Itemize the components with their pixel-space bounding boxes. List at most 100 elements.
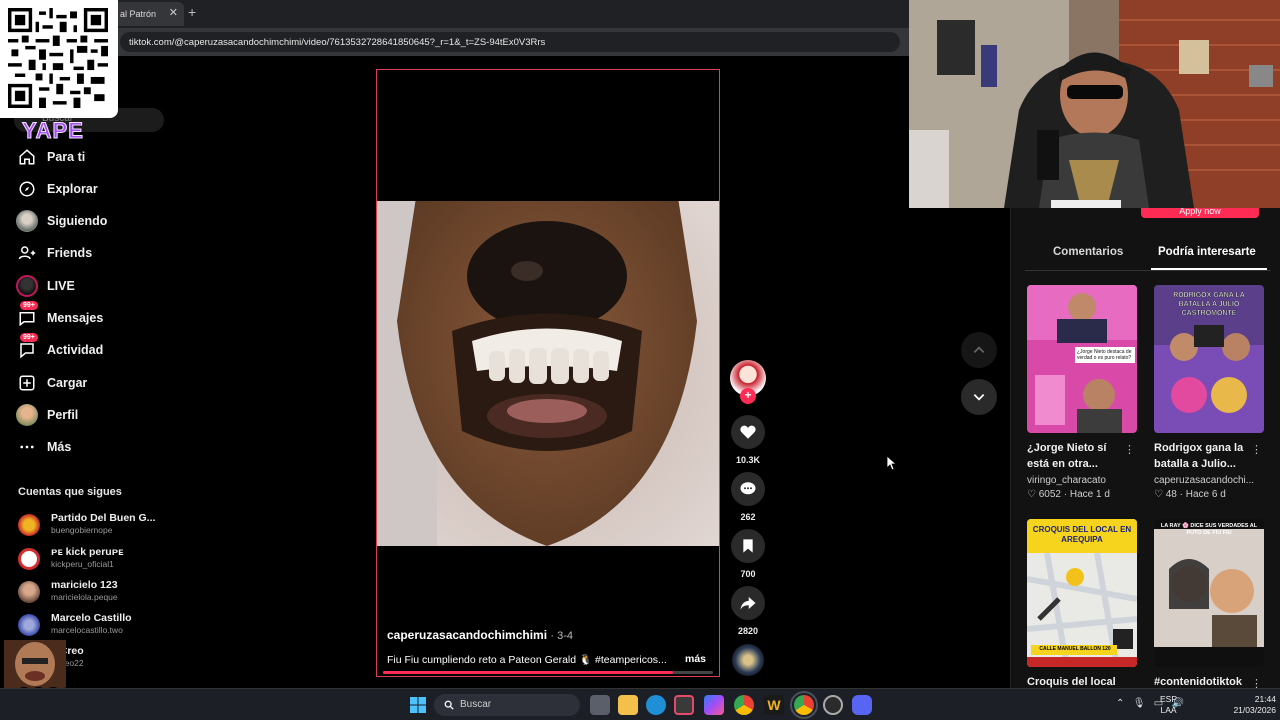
sidebar-item-actividad[interactable]: 99+ Actividad [16,333,166,363]
clock-time: 21:44 [1254,694,1276,704]
card-author: caperuzasacandochi... [1154,475,1255,486]
like-count: 10.3K [735,455,761,465]
taskbar-clock[interactable]: 21:44 21/03/2026 [1224,694,1276,716]
video-author[interactable]: caperuzasacandochimchimi · 3-4 [387,628,573,642]
task-view-icon[interactable] [590,695,610,715]
video-thumbnail: RODRIGOX GANA LA BATALLA A JULIO CASTROM… [1154,285,1264,433]
card-menu-icon[interactable]: ⋮ [1251,443,1262,456]
sidebar-item-para-ti[interactable]: Para ti [16,144,166,170]
avatar [18,614,40,636]
sidebar-item-explorar[interactable]: Explorar [16,176,166,202]
home-icon [16,146,38,168]
bookmark-count: 700 [740,569,756,579]
account-name: ᴘᴇ kick peruᴘᴇ [51,546,124,558]
new-tab-button[interactable]: + [188,4,196,20]
address-bar: tiktok.com/@caperuzasacandochimchimi/vid… [0,28,910,56]
video-date: · 3-4 [550,630,574,642]
card-likes: 6052 [1038,489,1061,500]
activity-icon: 99+ [16,333,38,361]
recommendations-panel: Apply now Comentarios Podría interesarte… [1010,208,1280,690]
video-card[interactable]: CROQUIS DEL LOCAL EN AREQUIPA CALLE MANU… [1027,519,1139,706]
discord-icon[interactable] [852,695,872,715]
video-card[interactable]: ¿Jorge Nieto destaca de verdad o es puro… [1027,285,1139,500]
video-frame [377,201,719,546]
close-tab-icon[interactable]: ✕ [169,6,178,19]
heart-icon[interactable] [731,415,765,449]
sidebar-item-label: Más [47,440,72,454]
sidebar-item-perfil[interactable]: Perfil [16,402,166,428]
webcam-feed-image [909,0,1280,208]
sidebar-item-label: Friends [47,246,93,260]
taskbar-search[interactable]: Buscar [434,694,580,716]
profile-icon [16,404,38,426]
like-action[interactable]: 10.3K [730,415,766,465]
following-section-title: Cuentas que sigues [18,486,122,498]
video-thumbnail: LA RAY 🌸 DICE SUS VERDADES AL PUTO DE FI… [1154,519,1264,667]
reaction-thumbnail [4,640,66,688]
sidebar-item-cargar[interactable]: Cargar [16,370,166,396]
sidebar-item-label: Explorar [47,182,98,196]
comment-icon[interactable] [731,472,765,506]
snipping-tool-icon[interactable] [674,695,694,715]
edge-icon[interactable] [646,695,666,715]
video-player[interactable]: caperuzasacandochimchimi · 3-4 Fiu Fiu c… [376,69,720,677]
account-handle: maricielola.peque [51,592,118,602]
video-progress-bar[interactable] [383,671,713,674]
sidebar-item-label: Siguiendo [47,214,108,228]
sidebar-item-label: Actividad [47,343,104,357]
yape-logo: YAPE [22,118,84,144]
previous-video-button[interactable] [961,332,997,368]
obs-icon[interactable] [823,695,843,715]
video-thumbnail: ¿Jorge Nieto destaca de verdad o es puro… [1027,285,1137,433]
video-thumbnail: CROQUIS DEL LOCAL EN AREQUIPA CALLE MANU… [1027,519,1137,667]
followed-account[interactable]: Marcelo Castillo marcelocastillo.two [18,612,178,640]
sidebar-item-friends[interactable]: Friends [16,240,166,266]
friends-icon [16,242,38,264]
sidebar-item-mensajes[interactable]: 99+ Mensajes [16,301,166,331]
account-name: Partido Del Buen G... [51,512,156,524]
video-card[interactable]: RODRIGOX GANA LA BATALLA A JULIO CASTROM… [1154,285,1266,500]
account-handle: kickperu_oficial1 [51,559,114,569]
chevron-up-icon [973,346,985,353]
sidebar-item-label: Mensajes [47,311,104,325]
share-icon[interactable] [731,586,765,620]
bookmark-action[interactable]: 700 [730,529,766,579]
comment-action[interactable]: 262 [730,472,766,522]
sidebar-item-siguiendo[interactable]: Siguiendo [16,208,166,234]
file-explorer-icon[interactable] [618,695,638,715]
tab-podria-interesarte[interactable]: Podría interesarte [1158,246,1256,258]
windows-start-icon[interactable] [410,697,426,713]
caption-more-button[interactable]: más [685,653,706,665]
language-indicator[interactable]: ESP LAA [1160,694,1177,716]
apply-now-button[interactable]: Apply now [1141,208,1259,218]
sidebar-item-mas[interactable]: Más [16,434,166,460]
sidebar-item-live[interactable]: LIVE [16,273,166,299]
follow-plus-icon[interactable]: + [740,388,756,404]
tab-comentarios[interactable]: Comentarios [1053,246,1123,258]
followed-account[interactable]: maricielo 123 maricielola.peque [18,579,178,607]
followed-account[interactable]: Partido Del Buen G... buengobiernope [18,512,178,540]
video-card[interactable]: LA RAY 🌸 DICE SUS VERDADES AL PUTO DE FI… [1154,519,1266,706]
url-field[interactable]: tiktok.com/@caperuzasacandochimchimi/vid… [120,32,900,52]
search-icon [444,700,454,710]
thumb-caption: ¿Jorge Nieto destaca de verdad o es puro… [1077,349,1132,361]
browser-tab-bar: al Patrón ✕ + [0,0,910,28]
followed-account[interactable]: ᴘᴇ kick peruᴘᴇ kickperu_oficial1 [18,546,178,574]
thumb-caption: RODRIGOX GANA LA BATALLA A JULIO CASTROM… [1173,292,1245,317]
chrome-icon[interactable] [734,695,754,715]
share-action[interactable]: 2820 [730,586,766,636]
live-icon [16,275,38,297]
next-video-button[interactable] [961,379,997,415]
avatar [18,514,40,536]
bookmark-icon[interactable] [731,529,765,563]
copilot-icon[interactable] [704,695,724,715]
winamp-icon[interactable]: W [764,695,784,715]
comment-count: 262 [740,512,756,522]
compass-icon [16,178,38,200]
chrome-active-icon[interactable] [790,691,818,719]
card-menu-icon[interactable]: ⋮ [1124,443,1135,456]
music-disc-icon[interactable] [732,644,764,676]
qr-code-image [8,8,108,108]
card-likes: 48 [1165,489,1177,500]
heart-outline-icon: ♡ [1154,489,1163,500]
